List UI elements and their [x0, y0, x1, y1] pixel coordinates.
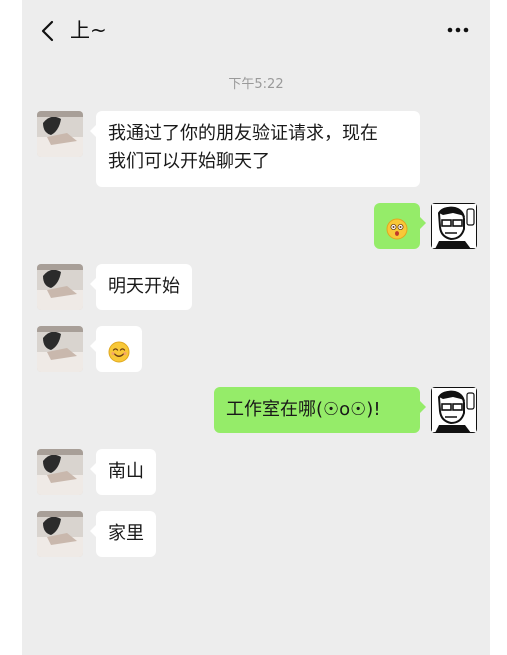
message-text: 明天开始	[108, 276, 180, 297]
message-text: 南山	[108, 461, 144, 482]
more-dots-icon	[447, 27, 469, 33]
message-bubble[interactable]: 我通过了你的朋友验证请求，现在 我们可以开始聊天了	[90, 111, 420, 187]
message-text-line: 我通过了你的朋友验证请求，现在	[108, 123, 378, 144]
message-bubble[interactable]	[374, 203, 426, 249]
message-bubble[interactable]: 工作室在哪(☉o☉)!	[214, 387, 426, 433]
smiling-face-emoji	[108, 341, 130, 363]
contact-avatar-image	[37, 111, 83, 157]
my-avatar[interactable]	[431, 203, 477, 249]
message-bubble[interactable]: 南山	[90, 449, 156, 495]
chat-screen: 上~ 下午5:22 我通过了你的朋友验证请求，现在 我们可以开始聊天了 明天开始…	[22, 0, 490, 655]
message-text: 家里	[108, 523, 144, 544]
chat-title: 上~	[70, 18, 107, 42]
message-bubble[interactable]	[90, 326, 142, 372]
message-text-line: 我们可以开始聊天了	[108, 151, 270, 172]
back-button[interactable]	[36, 18, 62, 44]
my-avatar-image	[431, 387, 477, 433]
contact-avatar[interactable]	[37, 264, 83, 310]
chat-header: 上~	[22, 0, 490, 60]
message-timestamp: 下午5:22	[228, 77, 284, 92]
message-text: 工作室在哪(☉o☉)!	[226, 399, 381, 420]
message-bubble[interactable]: 明天开始	[90, 264, 192, 310]
contact-avatar-image	[37, 511, 83, 557]
surprised-face-emoji	[386, 218, 408, 240]
contact-avatar-image	[37, 264, 83, 310]
chevron-left-icon	[41, 20, 54, 42]
contact-avatar-image	[37, 449, 83, 495]
contact-avatar[interactable]	[37, 111, 83, 157]
contact-avatar[interactable]	[37, 449, 83, 495]
my-avatar[interactable]	[431, 387, 477, 433]
contact-avatar[interactable]	[37, 326, 83, 372]
contact-avatar-image	[37, 326, 83, 372]
message-bubble[interactable]: 家里	[90, 511, 156, 557]
my-avatar-image	[431, 203, 477, 249]
more-button[interactable]	[446, 20, 470, 40]
contact-avatar[interactable]	[37, 511, 83, 557]
